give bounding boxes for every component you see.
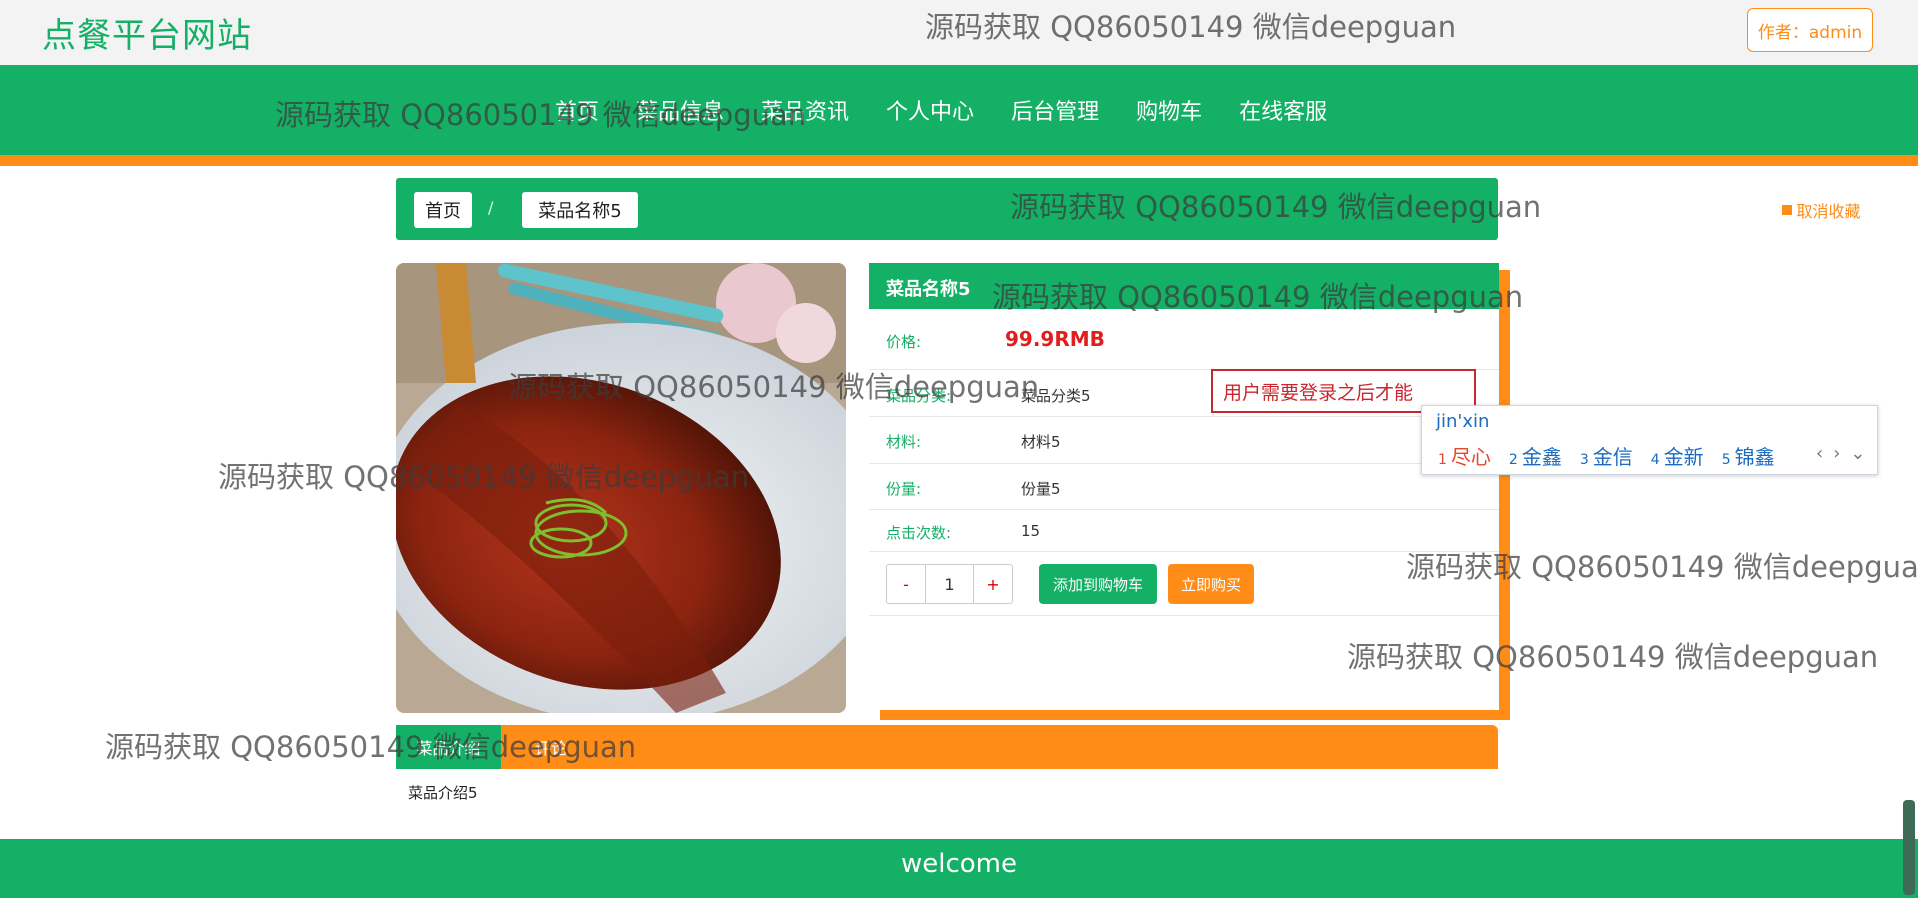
add-to-cart-button[interactable]: 添加到购物车 xyxy=(1039,564,1157,604)
chevron-left-icon[interactable]: ‹ xyxy=(1816,443,1823,464)
product-info-panel: 菜品名称5 价格: 99.9RMB 菜品分类: 菜品分类5 材料: 材料5 份量… xyxy=(869,263,1499,710)
clicks-label: 点击次数: xyxy=(886,524,952,542)
material-label: 材料: xyxy=(886,433,922,451)
ime-candidate-number: 3 xyxy=(1579,452,1589,468)
dish-image xyxy=(396,263,846,713)
ime-candidate[interactable]: 1 尽心 xyxy=(1438,441,1491,470)
ime-candidate-number: 1 xyxy=(1438,452,1447,468)
price-label: 价格: xyxy=(886,333,922,351)
ime-candidate-text: 锦鑫 xyxy=(1734,445,1775,469)
author-button[interactable]: 作者：admin xyxy=(1747,8,1873,52)
product-title: 菜品名称5 xyxy=(886,279,971,300)
ime-candidate-number: 2 xyxy=(1508,452,1518,468)
tab-intro[interactable]: 菜品介绍 xyxy=(396,725,501,769)
ime-candidate-text: 尽心 xyxy=(1450,445,1491,469)
breadcrumb-separator: / xyxy=(488,198,494,217)
ime-candidate-text: 金鑫 xyxy=(1521,445,1562,469)
qty-input[interactable]: 1 xyxy=(925,565,974,603)
ime-composition: jin'xin xyxy=(1436,411,1490,432)
footer: welcome xyxy=(0,839,1918,898)
breadcrumb-current[interactable]: 菜品名称5 xyxy=(522,192,638,228)
ime-candidate-text: 金信 xyxy=(1592,445,1633,469)
price-value: 99.9RMB xyxy=(1005,327,1105,351)
chevron-down-icon[interactable]: ⌄ xyxy=(1850,443,1865,464)
detail-tabs: 菜品介绍 评论 xyxy=(396,725,1498,769)
ime-candidate-number: 5 xyxy=(1721,452,1731,468)
site-logo[interactable]: 点餐平台网站 xyxy=(42,8,252,57)
ime-candidate[interactable]: 4 金新 xyxy=(1651,441,1704,470)
category-value: 菜品分类5 xyxy=(1021,387,1091,405)
ime-page-controls: ‹ › ⌄ xyxy=(1816,443,1866,464)
tab-comments[interactable]: 评论 xyxy=(511,725,591,769)
favorite-icon xyxy=(1782,205,1793,215)
product-title-bar: 菜品名称5 xyxy=(869,263,1499,309)
unfavorite-button[interactable]: 取消收藏 xyxy=(1760,190,1883,230)
material-value: 材料5 xyxy=(1021,433,1061,451)
ime-candidate-list: 1 尽心 2 金鑫 3 金信 4 金新 5 锦鑫 xyxy=(1438,441,1793,470)
price-row: 价格: 99.9RMB xyxy=(869,309,1499,370)
quantity-stepper: - 1 + xyxy=(886,564,1013,604)
category-label: 菜品分类: xyxy=(886,387,952,405)
ime-candidate-window: jin'xin 1 尽心 2 金鑫 3 金信 4 金新 5 锦鑫 ‹ › ⌄ xyxy=(1421,405,1878,475)
ime-candidate[interactable]: 5 锦鑫 xyxy=(1722,441,1775,470)
ime-candidate[interactable]: 3 金信 xyxy=(1580,441,1633,470)
breadcrumb-home[interactable]: 首页 xyxy=(414,192,472,228)
material-row: 材料: 材料5 xyxy=(869,416,1499,464)
ime-candidate-text: 金新 xyxy=(1663,445,1704,469)
nav-item-admin[interactable]: 后台管理 xyxy=(1011,94,1099,126)
breadcrumb: 首页 / 菜品名称5 取消收藏 xyxy=(396,178,1883,240)
clicks-row: 点击次数: 15 xyxy=(869,509,1499,552)
nav-item-home[interactable]: 首页 xyxy=(555,94,599,126)
chevron-right-icon[interactable]: › xyxy=(1833,443,1840,464)
portion-row: 份量: 份量5 xyxy=(869,463,1499,510)
nav-item-support[interactable]: 在线客服 xyxy=(1239,94,1327,126)
nav-item-news[interactable]: 菜品资讯 xyxy=(761,94,849,126)
qty-increase-button[interactable]: + xyxy=(974,565,1012,603)
nav-item-profile[interactable]: 个人中心 xyxy=(886,94,974,126)
footer-welcome: welcome xyxy=(900,849,1017,879)
scrollbar-thumb[interactable] xyxy=(1903,800,1915,895)
ime-candidate[interactable]: 2 金鑫 xyxy=(1509,441,1562,470)
qty-decrease-button[interactable]: - xyxy=(887,565,925,603)
dish-photo-illustration xyxy=(396,263,846,713)
top-bar: 点餐平台网站 作者：admin xyxy=(0,0,1918,65)
dish-intro-text: 菜品介绍5 xyxy=(408,784,478,802)
ime-candidate-number: 4 xyxy=(1650,452,1660,468)
main-navbar: 首页 菜品信息 菜品资讯 个人中心 后台管理 购物车 在线客服 xyxy=(0,65,1918,155)
nav-item-dishes[interactable]: 菜品信息 xyxy=(636,94,724,126)
unfavorite-label: 取消收藏 xyxy=(1796,202,1861,221)
portion-value: 份量5 xyxy=(1021,480,1061,498)
nav-item-cart[interactable]: 购物车 xyxy=(1136,94,1202,126)
nav-accent-stripe xyxy=(0,155,1918,166)
buy-now-button[interactable]: 立即购买 xyxy=(1168,564,1254,604)
portion-label: 份量: xyxy=(886,480,922,498)
nav-menu: 首页 菜品信息 菜品资讯 个人中心 后台管理 购物车 在线客服 xyxy=(555,65,1364,155)
clicks-value: 15 xyxy=(1021,522,1041,540)
